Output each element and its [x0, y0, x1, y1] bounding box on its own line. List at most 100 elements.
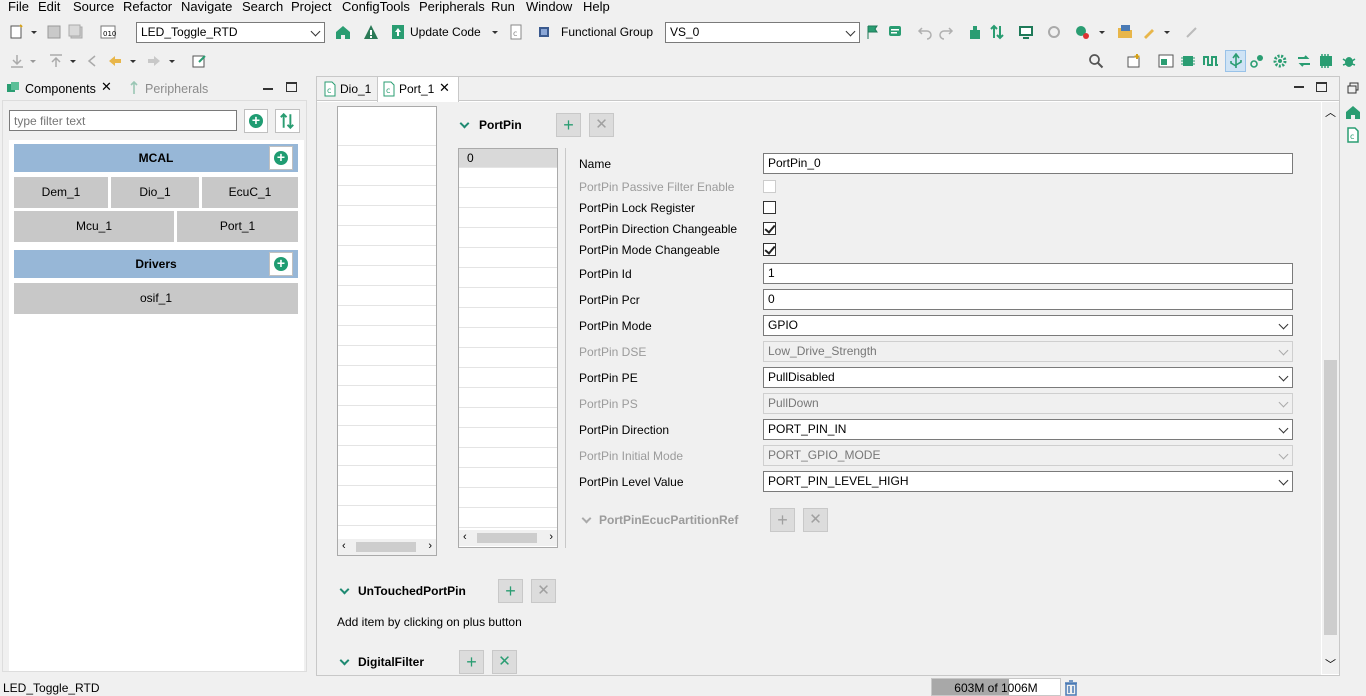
monitor-icon[interactable] — [1018, 24, 1034, 40]
menu-navigate[interactable]: Navigate — [181, 0, 232, 14]
minimize-icon[interactable] — [263, 88, 273, 90]
menu-run[interactable]: Run — [491, 0, 515, 14]
bug-icon[interactable] — [1341, 53, 1357, 69]
scroll-thumb[interactable] — [477, 533, 537, 543]
chevron-down-icon[interactable] — [69, 53, 77, 69]
tab-components[interactable]: Components — [25, 82, 96, 96]
scroll-right-icon[interactable]: › — [549, 531, 553, 543]
trash-icon[interactable] — [1063, 680, 1079, 696]
remove-ecuc-ref-button[interactable]: ✕ — [803, 508, 828, 532]
add-drivers-button[interactable] — [269, 252, 293, 276]
menu-refactor[interactable]: Refactor — [123, 0, 172, 14]
prop-id-input[interactable]: 1 — [763, 263, 1293, 284]
add-component-button[interactable] — [244, 109, 268, 133]
scroll-up-icon[interactable]: ︿ — [1325, 104, 1336, 120]
undo-icon[interactable] — [917, 24, 933, 40]
package-icon[interactable] — [967, 24, 983, 40]
new-file-icon[interactable] — [9, 24, 25, 40]
sort-button[interactable] — [275, 109, 300, 133]
prop-ps-select[interactable]: PullDown — [763, 393, 1293, 414]
chevron-down-icon[interactable] — [1163, 24, 1171, 40]
tab-port-1[interactable]: Port_1 — [399, 82, 434, 96]
menu-source[interactable]: Source — [73, 0, 114, 14]
save-icon[interactable] — [46, 24, 62, 40]
chevron-down-icon[interactable] — [168, 53, 176, 69]
chevron-down-icon[interactable] — [491, 24, 499, 40]
save-all-icon[interactable] — [68, 24, 84, 40]
restore-icon[interactable] — [1347, 82, 1359, 94]
minimize-icon[interactable] — [1294, 86, 1304, 88]
add-portpin-button[interactable]: + — [556, 113, 581, 137]
chevron-down-icon[interactable] — [29, 53, 37, 69]
memory-icon[interactable] — [1318, 53, 1334, 69]
component-dio-1[interactable]: Dio_1 — [111, 177, 199, 208]
component-port-1[interactable]: Port_1 — [177, 211, 298, 242]
tool-icon[interactable] — [1046, 24, 1062, 40]
heap-status[interactable]: 603M of 1006M — [931, 678, 1061, 696]
portpin-list[interactable]: 0 ‹ › — [458, 148, 558, 548]
component-mcu-1[interactable]: Mcu_1 — [14, 211, 174, 242]
remove-portpin-button[interactable]: ✕ — [589, 113, 614, 137]
prop-pe-select[interactable]: PullDisabled — [763, 367, 1293, 388]
menu-window[interactable]: Window — [526, 0, 572, 14]
prop-direction-changeable-checkbox[interactable] — [763, 222, 776, 235]
chevron-down-icon[interactable] — [129, 53, 137, 69]
menu-peripherals[interactable]: Peripherals — [419, 0, 485, 14]
config-file-icon[interactable]: c — [1345, 127, 1361, 143]
horizontal-scrollbar[interactable]: ‹ › — [338, 539, 436, 555]
menu-help[interactable]: Help — [583, 0, 610, 14]
maximize-icon[interactable] — [1316, 82, 1327, 92]
run-config-icon[interactable] — [1074, 24, 1090, 40]
parent-list[interactable]: ‹ › — [337, 106, 437, 556]
open-folder-icon[interactable] — [1117, 24, 1133, 40]
pins-view-icon[interactable] — [1158, 53, 1174, 69]
prop-passive-filter-checkbox[interactable] — [763, 180, 776, 193]
home-icon[interactable] — [334, 23, 352, 41]
prop-name-input[interactable]: PortPin_0 — [763, 153, 1293, 174]
vertical-scrollbar[interactable]: ︿ ﹀ — [1322, 102, 1339, 674]
flag-icon[interactable] — [865, 24, 881, 40]
scroll-left-icon[interactable]: ‹ — [463, 531, 467, 543]
menu-search[interactable]: Search — [242, 0, 283, 14]
scroll-down-icon[interactable]: ﹀ — [1325, 656, 1336, 672]
binary-icon[interactable]: 010 — [100, 24, 116, 40]
menu-project[interactable]: Project — [291, 0, 331, 14]
scroll-thumb[interactable] — [356, 542, 416, 552]
add-untouched-button[interactable]: + — [498, 579, 523, 603]
filter-input[interactable] — [9, 110, 237, 131]
warning-icon[interactable] — [362, 23, 380, 41]
menu-edit[interactable]: Edit — [38, 0, 60, 14]
prop-initial-mode-select[interactable]: PORT_GPIO_MODE — [763, 445, 1293, 466]
home-icon[interactable] — [1345, 104, 1361, 120]
prop-pcr-input[interactable]: 0 — [763, 289, 1293, 310]
component-ecuc-1[interactable]: EcuC_1 — [202, 177, 298, 208]
back-history-icon[interactable] — [85, 53, 101, 69]
chevron-down-icon[interactable] — [1098, 24, 1106, 40]
component-osif-1[interactable]: osif_1 — [14, 283, 298, 314]
prop-mode-changeable-checkbox[interactable] — [763, 243, 776, 256]
menu-file[interactable]: File — [8, 0, 29, 14]
search-icon[interactable] — [1088, 53, 1104, 69]
scroll-thumb[interactable] — [1324, 360, 1337, 635]
prop-dse-select[interactable]: Low_Drive_Strength — [763, 341, 1293, 362]
prop-mode-select[interactable]: GPIO — [763, 315, 1293, 336]
add-digital-filter-button[interactable]: + — [459, 650, 484, 674]
export-icon[interactable] — [9, 53, 25, 69]
horizontal-scrollbar[interactable]: ‹ › — [459, 530, 557, 546]
maximize-icon[interactable] — [286, 82, 297, 92]
update-code-icon[interactable] — [390, 23, 406, 41]
gear-icon[interactable] — [1272, 53, 1288, 69]
prop-direction-select[interactable]: PORT_PIN_IN — [763, 419, 1293, 440]
prop-lock-register-checkbox[interactable] — [763, 201, 776, 214]
close-icon[interactable]: ✕ — [439, 81, 450, 95]
peripheral-chip-icon[interactable] — [1180, 53, 1196, 69]
chip-icon[interactable] — [536, 24, 552, 40]
scroll-left-icon[interactable]: ‹ — [342, 540, 346, 552]
close-icon[interactable]: ✕ — [101, 80, 112, 94]
sort-arrows-icon[interactable] — [989, 24, 1005, 40]
dma-icon[interactable] — [1296, 53, 1312, 69]
project-combo[interactable]: LED_Toggle_RTD — [136, 22, 325, 43]
remove-digital-filter-button[interactable]: ✕ — [492, 650, 517, 674]
update-code-button[interactable]: Update Code — [410, 25, 481, 39]
redo-icon[interactable] — [938, 24, 954, 40]
